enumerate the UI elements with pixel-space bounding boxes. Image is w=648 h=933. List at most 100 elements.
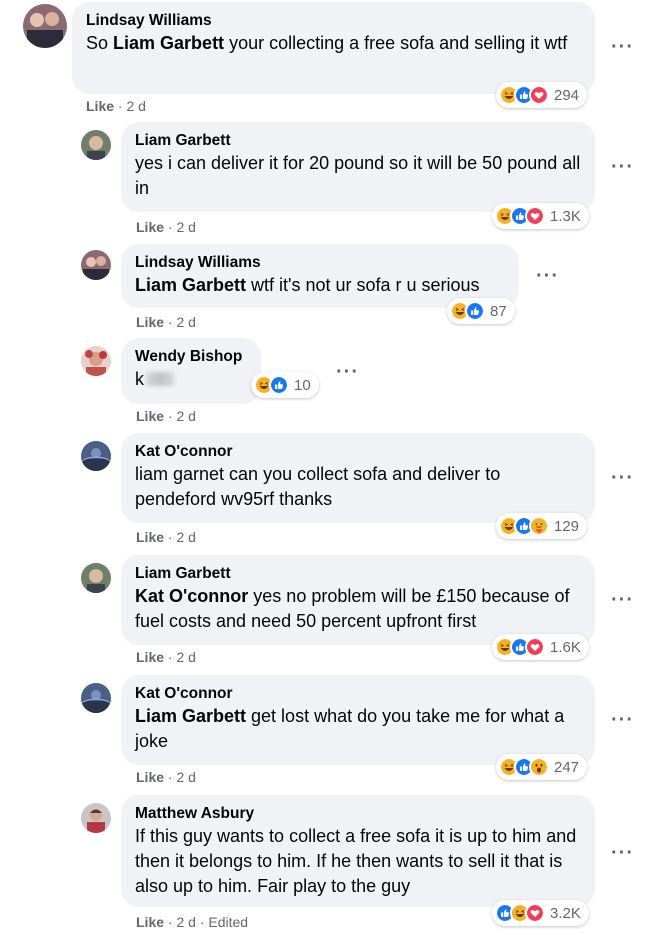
- comment-text: Liam Garbett get lost what do you take m…: [135, 704, 581, 754]
- comment-author[interactable]: Lindsay Williams: [86, 11, 581, 31]
- more-options-icon[interactable]: ···: [336, 362, 359, 382]
- comment-text: So Liam Garbett your collecting a free s…: [86, 31, 581, 56]
- comment-4: Wendy Bishop k ··· 10 Like · 2 d: [0, 334, 648, 429]
- reaction-summary[interactable]: 129: [496, 513, 588, 539]
- comment-author[interactable]: Liam Garbett: [135, 564, 581, 584]
- reaction-icons: [254, 375, 289, 395]
- comment-author[interactable]: Wendy Bishop: [135, 347, 247, 367]
- avatar[interactable]: [81, 346, 111, 376]
- comment-bubble: Wendy Bishop k: [121, 338, 261, 404]
- comment-1: Lindsay Williams So Liam Garbett your co…: [0, 0, 648, 118]
- separator: ·: [167, 769, 173, 785]
- comment-actions: Like · 2 d: [136, 528, 196, 546]
- separator: ·: [167, 314, 173, 330]
- like-button[interactable]: Like: [136, 914, 164, 930]
- reaction-summary[interactable]: 3.2K: [492, 900, 589, 926]
- avatar[interactable]: [81, 563, 111, 593]
- comment-bubble: Matthew Asbury If this guy wants to coll…: [121, 795, 595, 907]
- avatar[interactable]: [81, 683, 111, 713]
- avatar[interactable]: [81, 130, 111, 160]
- comment-text-part: your collecting a free sofa and selling …: [224, 33, 568, 53]
- separator: ·: [167, 529, 173, 545]
- like-button[interactable]: Like: [136, 219, 164, 235]
- like-button[interactable]: Like: [136, 408, 164, 424]
- more-options-icon[interactable]: ···: [611, 157, 634, 177]
- separator: ·: [117, 98, 123, 114]
- reaction-count: 294: [554, 86, 580, 104]
- comment-author[interactable]: Kat O'connor: [135, 442, 581, 462]
- timestamp[interactable]: 2 d: [176, 914, 195, 930]
- reaction-icons: [499, 757, 549, 777]
- reaction-count: 87: [490, 302, 507, 320]
- timestamp[interactable]: 2 d: [176, 769, 195, 785]
- comment-author[interactable]: Liam Garbett: [135, 131, 581, 151]
- mention-link[interactable]: Kat O'connor: [135, 586, 248, 606]
- comment-text: k: [135, 367, 247, 392]
- comment-thread: Lindsay Williams So Liam Garbett your co…: [0, 0, 648, 933]
- comment-bubble: Kat O'connor Liam Garbett get lost what …: [121, 675, 595, 765]
- comment-8: Matthew Asbury If this guy wants to coll…: [0, 791, 648, 933]
- comment-text: yes i can deliver it for 20 pound so it …: [135, 153, 581, 198]
- reaction-icons: [495, 206, 545, 226]
- edited-label[interactable]: Edited: [208, 914, 248, 930]
- comment-7: Kat O'connor Liam Garbett get lost what …: [0, 671, 648, 791]
- timestamp[interactable]: 2 d: [176, 314, 195, 330]
- mention-link[interactable]: Liam Garbett: [113, 33, 224, 53]
- reaction-summary[interactable]: 10: [251, 372, 319, 398]
- comment-actions: Like · 2 d: [136, 648, 196, 666]
- comment-bubble: Kat O'connor liam garnet can you collect…: [121, 433, 595, 523]
- avatar[interactable]: [23, 4, 67, 48]
- comment-6: Liam Garbett Kat O'connor yes no problem…: [0, 551, 648, 671]
- like-button[interactable]: Like: [136, 529, 164, 545]
- comment-author[interactable]: Matthew Asbury: [135, 804, 581, 824]
- comment-2: Liam Garbett yes i can deliver it for 20…: [0, 118, 648, 238]
- reaction-summary[interactable]: 87: [447, 298, 515, 324]
- comment-author[interactable]: Kat O'connor: [135, 684, 581, 704]
- comment-text: Kat O'connor yes no problem will be £150…: [135, 584, 581, 634]
- more-options-icon[interactable]: ···: [611, 843, 634, 863]
- reaction-summary[interactable]: 294: [496, 82, 588, 108]
- avatar[interactable]: [81, 441, 111, 471]
- reaction-summary[interactable]: 247: [496, 754, 588, 780]
- comment-text-part: k: [135, 369, 144, 389]
- comment-actions: Like · 2 d: [136, 407, 196, 425]
- separator: ·: [167, 219, 173, 235]
- comment-author[interactable]: Lindsay Williams: [135, 253, 505, 273]
- separator: ·: [167, 914, 173, 930]
- comment-bubble: Liam Garbett Kat O'connor yes no problem…: [121, 555, 595, 645]
- timestamp[interactable]: 2 d: [176, 529, 195, 545]
- more-options-icon[interactable]: ···: [611, 468, 634, 488]
- timestamp[interactable]: 2 d: [176, 219, 195, 235]
- avatar[interactable]: [81, 250, 111, 280]
- mention-link[interactable]: Liam Garbett: [135, 275, 246, 295]
- separator: ·: [167, 408, 173, 424]
- wow-icon: [529, 757, 549, 777]
- timestamp[interactable]: 2 d: [176, 649, 195, 665]
- love-icon: [525, 903, 545, 923]
- like-button[interactable]: Like: [136, 314, 164, 330]
- like-button[interactable]: Like: [86, 98, 114, 114]
- comment-text-part: wtf it's not ur sofa r u serious: [246, 275, 480, 295]
- reaction-count: 1.3K: [550, 207, 581, 225]
- timestamp[interactable]: 2 d: [126, 98, 145, 114]
- reaction-summary[interactable]: 1.3K: [492, 203, 589, 229]
- timestamp[interactable]: 2 d: [176, 408, 195, 424]
- mention-link[interactable]: Liam Garbett: [135, 706, 246, 726]
- reaction-icons: [495, 637, 545, 657]
- comment-actions: Like · 2 d · Edited: [136, 913, 248, 931]
- reaction-summary[interactable]: 1.6K: [492, 634, 589, 660]
- more-options-icon[interactable]: ···: [536, 266, 559, 286]
- separator: ·: [167, 649, 173, 665]
- comment-text: Liam Garbett wtf it's not ur sofa r u se…: [135, 273, 505, 298]
- reaction-count: 129: [554, 517, 580, 535]
- more-options-icon[interactable]: ···: [611, 37, 634, 57]
- reaction-icons: [450, 301, 485, 321]
- love-icon: [529, 85, 549, 105]
- like-button[interactable]: Like: [136, 769, 164, 785]
- more-options-icon[interactable]: ···: [611, 590, 634, 610]
- avatar[interactable]: [81, 803, 111, 833]
- more-options-icon[interactable]: ···: [611, 710, 634, 730]
- like-icon: [465, 301, 485, 321]
- comment-actions: Like · 2 d: [136, 313, 196, 331]
- like-button[interactable]: Like: [136, 649, 164, 665]
